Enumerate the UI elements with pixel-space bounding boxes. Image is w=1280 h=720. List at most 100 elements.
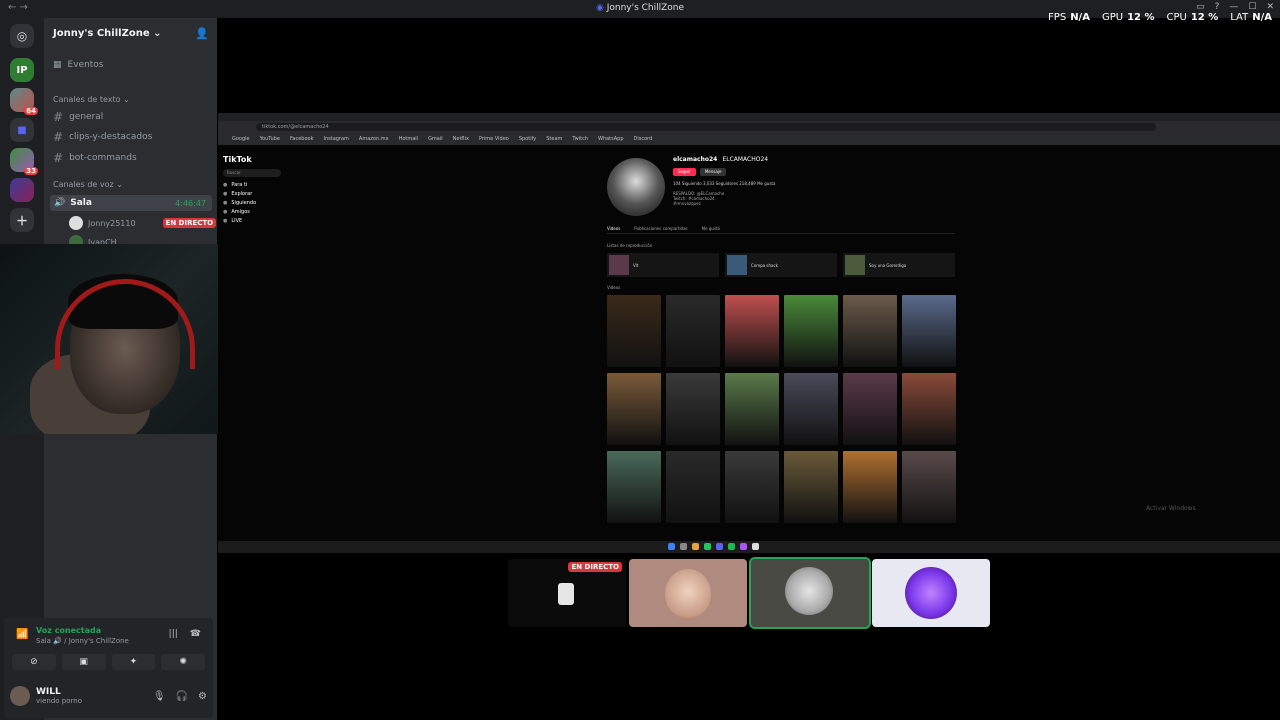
user-controls: 🎙 🎧 ⚙: [153, 691, 207, 702]
screen-share-button[interactable]: ▣: [61, 654, 106, 670]
video-thumbnail: [607, 295, 661, 367]
events-item[interactable]: ▦ Eventos: [53, 60, 104, 70]
voice-channel-sala[interactable]: 🔊 Sala 4:46:47: [50, 195, 212, 211]
server-icon-ip[interactable]: IP: [10, 58, 34, 82]
profile-buttons: Seguir Mensaje: [673, 168, 727, 176]
participant-avatar: [905, 567, 957, 619]
tiktok-search: Buscar: [223, 169, 281, 177]
playlists: Vlt Compa shack Soy una Gorerdiga: [607, 253, 955, 277]
avatar[interactable]: [10, 686, 30, 706]
inbox-icon[interactable]: ▭: [1196, 2, 1205, 12]
server-icon-3[interactable]: ■: [10, 118, 34, 142]
lat-stat: LAT N/A: [1230, 12, 1272, 23]
server-icon-2[interactable]: 64: [10, 88, 38, 115]
window-title-text: Jonny's ChillZone: [606, 3, 685, 13]
live-badge: EN DIRECTO: [162, 218, 217, 228]
message-button: Mensaje: [699, 168, 727, 176]
hash-icon: #: [53, 151, 64, 165]
bookmark-item: Twitch: [572, 136, 588, 142]
noise-suppression-icon[interactable]: |||: [169, 629, 178, 639]
bookmark-item: Gmail: [428, 136, 443, 142]
video-thumbnail: [902, 295, 956, 367]
bookmark-item: Hotmail: [398, 136, 419, 142]
participant-tile-stream[interactable]: EN DIRECTO: [508, 559, 626, 627]
bookmark-item: Discord: [633, 136, 653, 142]
bookmark-item: YouTube: [259, 136, 280, 142]
voice-panel: 📶 Voz conectada Sala 🔊 / Jonny's ChillZo…: [4, 618, 213, 718]
hash-icon: #: [53, 110, 64, 124]
playlist-item: Soy una Gorerdiga: [843, 253, 955, 277]
discord-icon: [716, 543, 723, 550]
video-thumbnail: [725, 451, 779, 523]
server-icon: ◉: [595, 3, 604, 13]
user-info[interactable]: WILL viendo porno: [36, 687, 82, 705]
participant-tile-3[interactable]: [749, 557, 871, 629]
server-icon-4[interactable]: 33: [10, 148, 38, 175]
bookmark-item: Amazon.mx: [358, 136, 389, 142]
video-thumbnail: [666, 373, 720, 445]
user-name: WILL: [36, 687, 61, 697]
performance-overlay: FPS N/A GPU 12 % CPU 12 % LAT N/A: [1048, 12, 1272, 23]
voice-connected-title[interactable]: Voz conectada: [36, 626, 101, 635]
voice-actions: ||| ☎: [169, 629, 201, 639]
help-icon[interactable]: ?: [1215, 2, 1220, 12]
text-category[interactable]: Canales de texto ⌄: [53, 95, 130, 104]
voice-connected-subtitle[interactable]: Sala 🔊 / Jonny's ChillZone: [36, 637, 129, 645]
bookmark-item: Prime Video: [478, 136, 509, 142]
mic-icon[interactable]: 🎙: [153, 691, 166, 702]
maximize-button[interactable]: ☐: [1248, 2, 1256, 12]
video-thumbnail: [666, 295, 720, 367]
events-label: Eventos: [67, 60, 104, 70]
video-thumbnail: [784, 295, 838, 367]
channel-general[interactable]: # general: [53, 110, 103, 124]
invite-icon[interactable]: 👤: [195, 27, 209, 40]
activities-button[interactable]: ✦: [111, 654, 156, 670]
server-icon-5[interactable]: [10, 178, 34, 202]
gpu-stat: GPU 12 %: [1101, 12, 1155, 23]
voice-user[interactable]: Jonny25110 EN DIRECTO: [69, 216, 217, 230]
app-icon: [752, 543, 759, 550]
browser-bookmarks: Google YouTube Facebook Instagram Amazon.mx H…: [218, 133, 1280, 145]
add-server-icon[interactable]: ＋: [10, 208, 34, 232]
channel-bot-commands[interactable]: # bot-commands: [53, 151, 137, 165]
profile-tabs: Videos Publicaciones compartidas Me gust…: [607, 226, 955, 234]
voice-category[interactable]: Canales de voz ⌄: [53, 180, 123, 189]
browser-url: tiktok.com/@elcamacho24: [256, 123, 1156, 131]
guild-name[interactable]: Jonny's ChillZone ⌄: [53, 28, 161, 39]
speaker-icon: 🔊: [54, 198, 66, 208]
screen-share-stream[interactable]: tiktok.com/@elcamacho24 Google YouTube Fac…: [218, 113, 1280, 541]
video-thumbnail: [784, 451, 838, 523]
video-thumbnail: [784, 373, 838, 445]
fps-stat: FPS N/A: [1048, 12, 1090, 23]
camera-off-button[interactable]: ⊘: [12, 654, 56, 670]
settings-icon[interactable]: ⚙: [198, 691, 207, 702]
participant-tile-4[interactable]: [872, 559, 990, 627]
close-button[interactable]: ✕: [1266, 2, 1274, 12]
disconnect-icon[interactable]: ☎: [190, 629, 201, 639]
folder-icon: [692, 543, 699, 550]
stream-preview: [558, 583, 574, 605]
voice-buttons: ⊘ ▣ ✦ ✺: [12, 654, 205, 670]
hash-icon: #: [53, 130, 64, 144]
start-icon: [668, 543, 675, 550]
playlist-item: Compa shack: [725, 253, 837, 277]
discord-home-icon[interactable]: ◎: [10, 24, 34, 48]
minimize-button[interactable]: —: [1229, 2, 1238, 12]
headphones-icon[interactable]: 🎧: [176, 691, 188, 702]
video-thumbnail: [843, 373, 897, 445]
bookmark-item: Instagram: [323, 136, 349, 142]
app-icon: [740, 543, 747, 550]
windows-watermark: Activar Windows: [1146, 505, 1196, 512]
bookmark-item: Facebook: [289, 136, 314, 142]
video-thumbnail: [725, 295, 779, 367]
videos-label: Videos: [607, 285, 621, 290]
participant-tile-2[interactable]: [629, 559, 747, 627]
video-thumbnail: [902, 373, 956, 445]
video-thumbnail: [843, 451, 897, 523]
soundboard-button[interactable]: ✺: [161, 654, 205, 670]
spotify-icon: [728, 543, 735, 550]
tiktok-nav-item: Amigos: [223, 209, 293, 215]
voice-timer: 4:46:47: [175, 198, 206, 208]
channel-clips[interactable]: # clips-y-destacados: [53, 130, 152, 144]
profile-tab: Videos: [607, 226, 621, 231]
